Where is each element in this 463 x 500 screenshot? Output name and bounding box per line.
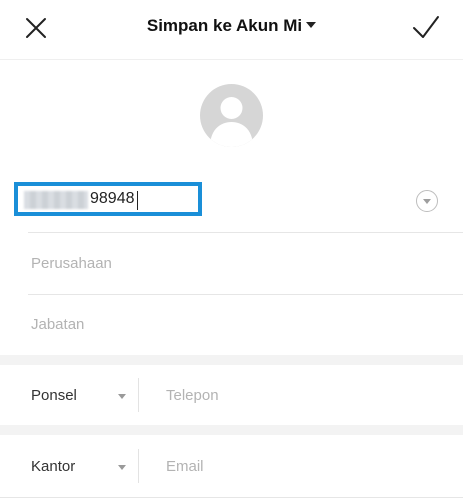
name-field-highlight xyxy=(14,182,202,216)
phone-input[interactable]: Telepon xyxy=(166,387,219,404)
chevron-down-icon xyxy=(118,394,126,399)
company-field[interactable]: Perusahaan xyxy=(31,255,112,272)
checkmark-icon[interactable] xyxy=(411,13,441,43)
section-separator xyxy=(0,355,463,365)
header-bar: Simpan ke Akun Mi xyxy=(0,0,463,60)
divider xyxy=(28,294,463,295)
phone-type-dropdown[interactable]: Ponsel xyxy=(31,387,77,404)
avatar[interactable] xyxy=(200,84,263,147)
chevron-down-icon xyxy=(306,21,317,28)
job-title-field[interactable]: Jabatan xyxy=(31,316,84,333)
chevron-down-icon xyxy=(118,465,126,470)
section-separator xyxy=(0,425,463,435)
divider xyxy=(28,232,463,233)
avatar-placeholder-icon xyxy=(210,97,253,147)
page-title: Simpan ke Akun Mi xyxy=(146,16,303,35)
account-selector[interactable]: Simpan ke Akun Mi xyxy=(0,16,463,36)
divider xyxy=(0,497,463,498)
email-input[interactable]: Email xyxy=(166,458,204,475)
divider xyxy=(138,378,139,412)
divider xyxy=(138,449,139,483)
email-type-dropdown[interactable]: Kantor xyxy=(31,458,75,475)
expand-name-icon[interactable] xyxy=(416,190,438,212)
